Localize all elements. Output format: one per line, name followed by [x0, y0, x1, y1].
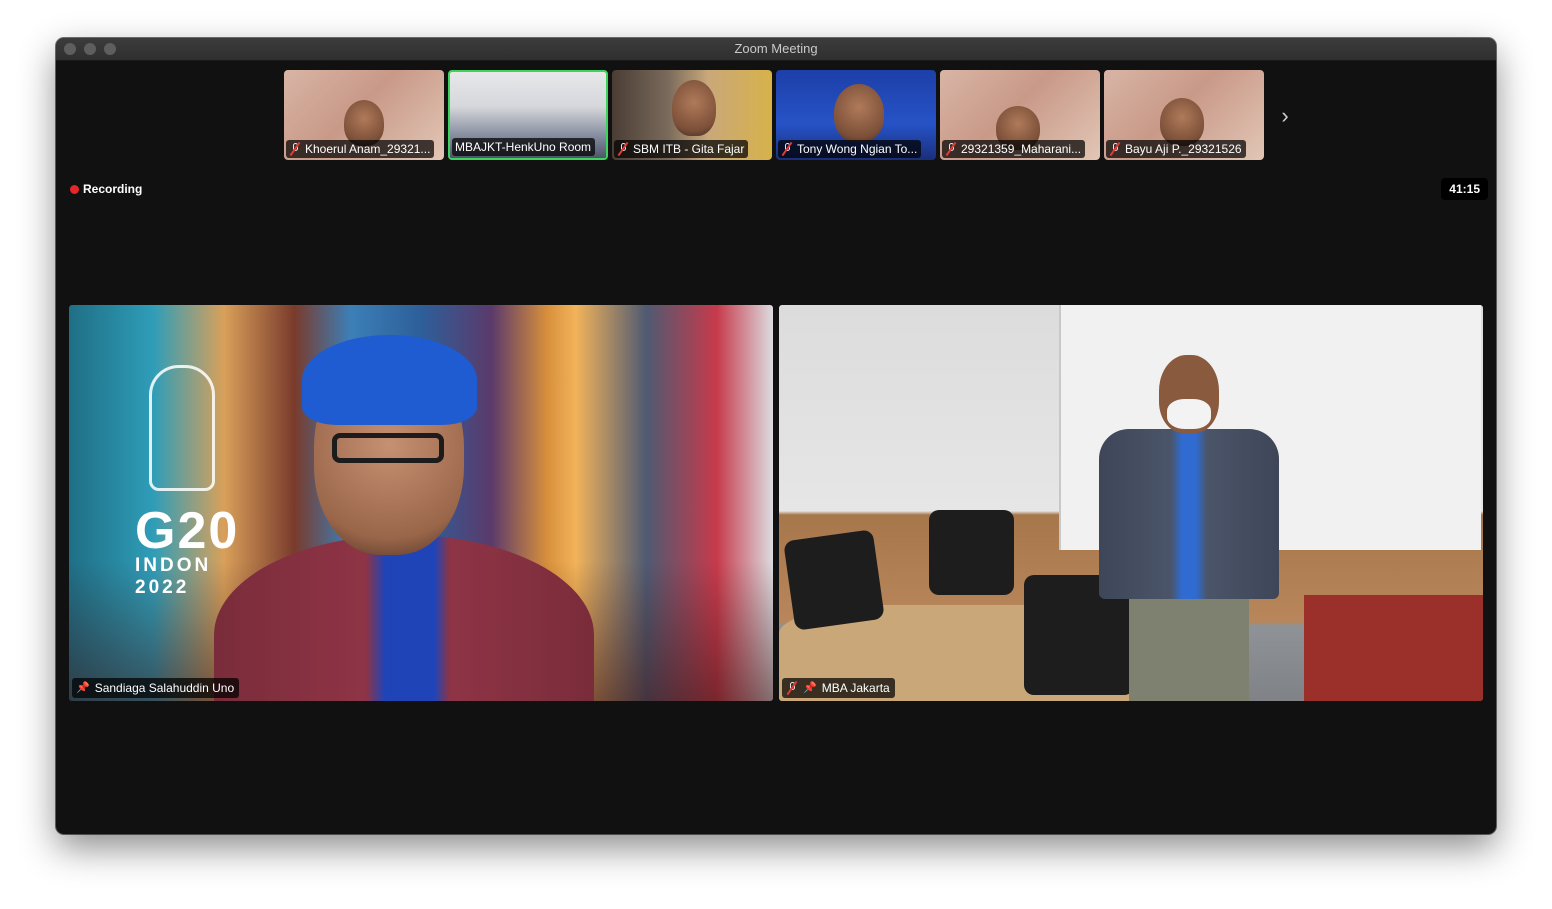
mic-muted-icon — [289, 141, 301, 157]
participant-name-label: Khoerul Anam_29321... — [286, 140, 435, 158]
meeting-timer: 41:15 — [1441, 178, 1488, 200]
participant-name-label: Bayu Aji P._29321526 — [1106, 140, 1246, 158]
pin-icon: 📌 — [76, 682, 90, 694]
participant-name: Bayu Aji P._29321526 — [1125, 142, 1242, 156]
window-title: Zoom Meeting — [734, 41, 818, 56]
mic-muted-icon — [781, 141, 793, 157]
participant-avatar — [1160, 98, 1204, 146]
g20-logo-text: G20 — [135, 502, 240, 560]
chair — [929, 510, 1014, 595]
participant-name-label: MBAJKT-HenkUno Room — [452, 138, 596, 156]
participant-name-label: SBM ITB - Gita Fajar — [614, 140, 749, 158]
chair — [783, 529, 885, 631]
pin-icon: 📌 — [803, 682, 817, 694]
g20-logo-subtext: INDON 2022 — [135, 555, 212, 598]
participant-video-person — [1099, 355, 1279, 701]
recording-indicator: Recording — [70, 181, 142, 197]
participant-name: Tony Wong Ngian To... — [797, 142, 918, 156]
video-tile-room[interactable]: 📌 MBA Jakarta — [779, 305, 1483, 701]
mic-muted-icon — [617, 141, 629, 157]
participant-avatar — [672, 80, 716, 136]
video-tile-speaker[interactable]: G20 INDON 2022 📌 Sandiaga Salahuddin Uno — [69, 305, 773, 701]
lectern-desk — [1304, 595, 1483, 701]
participant-name: Khoerul Anam_29321... — [305, 142, 431, 156]
participant-thumbnail-active[interactable]: MBAJKT-HenkUno Room — [448, 70, 608, 160]
recording-label: Recording — [83, 182, 143, 196]
participant-name: SBM ITB - Gita Fajar — [633, 142, 745, 156]
title-bar: Zoom Meeting — [56, 38, 1496, 61]
participant-avatar — [834, 84, 884, 142]
room-video — [779, 305, 1483, 701]
chevron-right-icon[interactable]: › — [1278, 104, 1292, 128]
participant-thumbnail[interactable]: Khoerul Anam_29321... — [284, 70, 444, 160]
participant-thumbnail[interactable]: SBM ITB - Gita Fajar — [612, 70, 772, 160]
participant-name: MBAJKT-HenkUno Room — [455, 140, 592, 154]
participant-thumbnail[interactable]: Bayu Aji P._29321526 — [1104, 70, 1264, 160]
participant-name-label: 29321359_Maharani... — [942, 140, 1086, 158]
zoom-window: Zoom Meeting Khoerul Anam_29321... MBAJK… — [56, 38, 1496, 834]
participant-video-person — [214, 335, 594, 701]
participant-name: 29321359_Maharani... — [961, 142, 1082, 156]
video-tile-name: MBA Jakarta — [821, 681, 890, 695]
participant-name-label: Tony Wong Ngian To... — [778, 140, 922, 158]
mic-muted-icon — [1109, 141, 1121, 157]
g20-emblem — [149, 365, 215, 491]
mic-muted-icon — [786, 680, 798, 696]
video-tile-name: Sandiaga Salahuddin Uno — [94, 681, 235, 695]
video-tile-name-label: 📌 MBA Jakarta — [782, 678, 895, 698]
video-tile-name-label: 📌 Sandiaga Salahuddin Uno — [72, 678, 240, 698]
record-dot-icon — [70, 184, 79, 194]
participant-thumbnail[interactable]: Tony Wong Ngian To... — [776, 70, 936, 160]
participant-thumbnail[interactable]: 29321359_Maharani... — [940, 70, 1100, 160]
mic-muted-icon — [945, 141, 957, 157]
